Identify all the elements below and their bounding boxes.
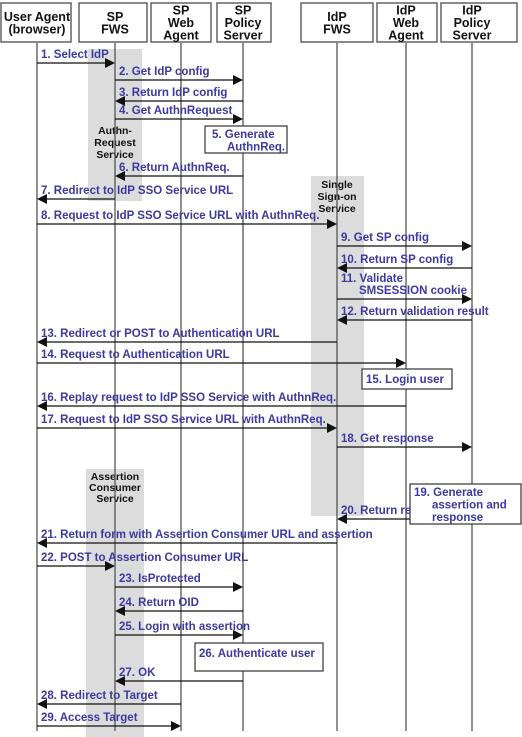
arrow-right-icon [462,241,472,251]
message-label: 25. Login with assertion [119,621,250,633]
message-label: 16. Replay request to IdP SSO Service wi… [41,392,336,404]
arrow-right-icon [171,721,181,731]
actor-idpwa: IdPWebAgent [376,2,438,43]
note-15: 15. Login user [361,368,453,390]
actor-label: Agent [388,29,424,43]
note-19: 19. Generateassertion andresponse [409,483,522,525]
message-label: 9. Get SP config [341,232,429,244]
message-label: 6. Return AuthnReq. [119,162,230,174]
arrow-right-icon [233,75,243,85]
actor-idpps: IdPPolicyServer [440,2,518,43]
message-8: 8. Request to IdP SSO Service URL with A… [37,210,337,229]
actor-spfws: SPFWS [78,2,148,43]
actor-label: FWS [101,22,129,36]
message-label: 21. Return form with Assertion Consumer … [41,529,373,541]
message-label: 27. OK [119,667,156,679]
message-label: 3. Return IdP config [119,87,227,99]
actor-label: (browser) [9,22,66,36]
actor-spps: SPPolicyServer [216,2,272,43]
actor-ua: User Agent(browser) [0,2,72,43]
message-label: 23. IsProtected [119,573,201,585]
note-label: assertion and [432,500,507,512]
note-5: 5. GenerateAuthnReq. [204,125,288,154]
message-label: 29. Access Target [41,712,138,724]
actors: User Agent(browser)SPFWSSPWebAgentSPPoli… [0,2,518,43]
message-label: 2. Get IdP config [119,66,210,78]
arrow-right-icon [462,442,472,452]
message-7: 7. Redirect to IdP SSO Service URL [37,185,233,204]
message-label: 10. Return SP config [341,254,453,266]
note-label: 15. Login user [366,374,444,386]
arrow-right-icon [233,582,243,592]
note-label: AuthnReq. [227,142,285,154]
actor-label: Agent [163,29,199,43]
message-label: 17. Request to IdP SSO Service URL with … [41,414,326,426]
message-label: 28. Redirect to Target [41,690,158,702]
actor-label: Server [224,29,263,43]
message-label: 11. Validate [341,273,403,285]
message-label: SMSESSION cookie [359,285,467,297]
message-label: 8. Request to IdP SSO Service URL with A… [41,210,319,222]
message-label: 18. Get response [341,433,434,445]
note-26: 26. Authenticate user [194,642,324,672]
actor-label: FWS [323,22,351,36]
message-label: 1. Select IdP [41,49,109,61]
message-17: 17. Request to IdP SSO Service URL with … [37,414,337,433]
sequence-diagram: Authn-RequestServiceSingleSign-onService… [0,2,522,737]
actor-idpfws: IdPFWS [300,2,374,43]
message-label: 12. Return validation result [341,306,489,318]
note-label: 19. Generate [414,487,483,499]
message-label: 24. Return OID [119,597,199,609]
message-label: 22. POST to Assertion Consumer URL [41,552,248,564]
message-label: 14. Request to Authentication URL [41,349,230,361]
actor-label: Server [453,29,492,43]
message-label: 4. Get AuthnRequest [119,105,232,117]
message-13: 13. Redirect or POST to Authentication U… [37,328,337,347]
note-label: 26. Authenticate user [199,648,315,660]
message-label: 7. Redirect to IdP SSO Service URL [41,185,233,197]
note-label: response [432,512,483,524]
note-label: 5. Generate [212,129,275,141]
actor-spwa: SPWebAgent [150,2,212,43]
arrow-right-icon [396,358,406,368]
message-label: 13. Redirect or POST to Authentication U… [41,328,280,340]
arrow-right-icon [233,114,243,124]
